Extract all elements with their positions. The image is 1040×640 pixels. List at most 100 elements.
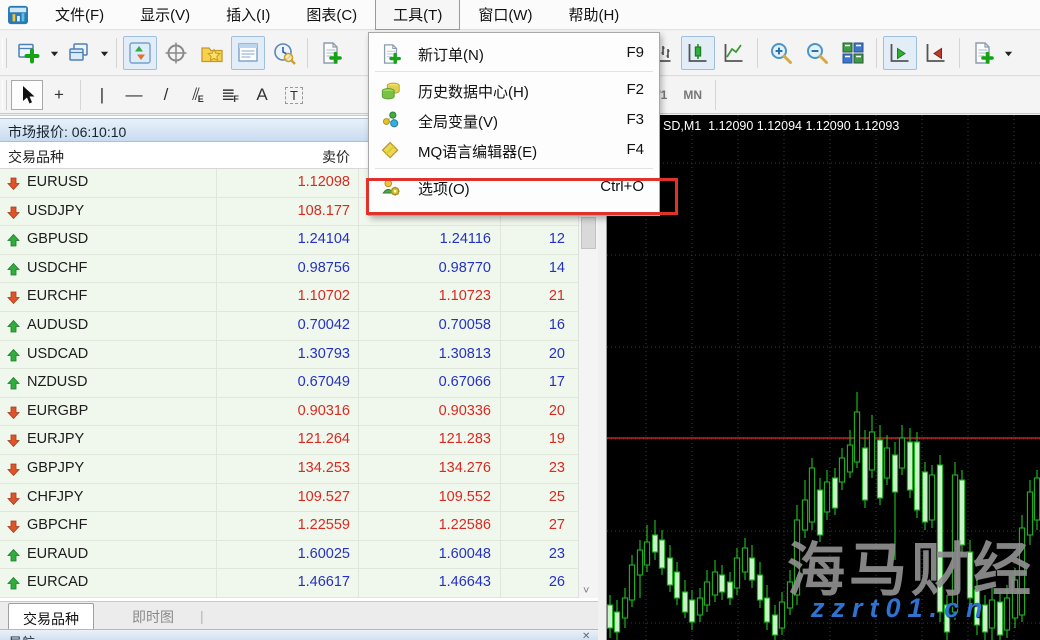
menubar-item[interactable]: 工具(T) — [375, 0, 460, 30]
navigator-icon[interactable] — [231, 36, 265, 70]
quote-row-audusd[interactable]: AUDUSD0.700420.7005816 — [0, 312, 578, 341]
navigator-titlebar: 导航 ✕ — [0, 629, 598, 640]
menu-item-new-order[interactable]: 新订单(N)F9 — [370, 39, 658, 69]
caret-down-icon[interactable] — [1001, 36, 1015, 70]
cursor-tool[interactable] — [11, 80, 43, 110]
quotes-table: EURUSD1.12098USDJPY108.177108.19013GBPUS… — [0, 169, 578, 598]
favorites-icon[interactable] — [195, 36, 229, 70]
arrow-up-icon — [7, 349, 20, 366]
spread-value: 23 — [500, 460, 565, 476]
navigator-title: 导航 — [9, 632, 35, 640]
column-header-bid[interactable]: 卖价 — [216, 147, 350, 167]
menubar-item[interactable]: 显示(V) — [122, 0, 208, 30]
toolbar-grip — [2, 80, 7, 110]
spread-value: 14 — [500, 260, 565, 276]
arrow-down-icon — [7, 206, 20, 223]
indicators-icon[interactable] — [966, 36, 1000, 70]
symbol-name: GBPUSD — [27, 231, 88, 247]
quote-row-eurgbp[interactable]: EURGBP0.903160.9033620 — [0, 398, 578, 427]
ask-price: 134.276 — [358, 460, 491, 476]
strategy-tester-icon[interactable] — [267, 36, 301, 70]
menu-bar: 文件(F)显示(V)插入(I)图表(C)工具(T)窗口(W)帮助(H) — [0, 0, 1040, 30]
menu-item-shortcut: F2 — [626, 81, 644, 98]
ask-price: 121.283 — [358, 431, 491, 447]
line-chart-icon[interactable] — [717, 36, 751, 70]
quote-row-nzdusd[interactable]: NZDUSD0.670490.6706617 — [0, 369, 578, 398]
timeframe-mn[interactable]: MN — [675, 85, 710, 105]
symbol-name: AUDUSD — [27, 317, 88, 333]
quote-row-eurjpy[interactable]: EURJPY121.264121.28319 — [0, 426, 578, 455]
trend-line-tool[interactable]: / — [150, 80, 182, 110]
quote-row-euraud[interactable]: EURAUD1.600251.6004823 — [0, 541, 578, 570]
scrollbar-thumb[interactable] — [581, 217, 596, 249]
symbol-name: USDCHF — [27, 260, 87, 276]
new-chart-icon[interactable] — [12, 36, 46, 70]
arrow-down-icon — [7, 463, 20, 480]
text-tool[interactable]: A — [246, 80, 278, 110]
annotation-highlight-box — [366, 178, 678, 215]
menu-item-label: MQ语言编辑器(E) — [418, 141, 537, 162]
column-divider — [216, 169, 217, 598]
tile-windows-icon[interactable] — [836, 36, 870, 70]
arrow-down-icon — [7, 291, 20, 308]
new-order-icon[interactable] — [314, 36, 348, 70]
arrow-up-icon — [7, 263, 20, 280]
menu-item-metaeditor[interactable]: MQ语言编辑器(E)F4 — [370, 136, 658, 166]
quote-row-usdchf[interactable]: USDCHF0.987560.9877014 — [0, 255, 578, 284]
arrow-down-icon — [7, 434, 20, 451]
menubar-item[interactable]: 插入(I) — [208, 0, 288, 30]
profiles-icon[interactable] — [62, 36, 96, 70]
new-order-icon — [380, 43, 402, 65]
auto-scroll-icon[interactable] — [883, 36, 917, 70]
symbol-name: EURUSD — [27, 174, 88, 190]
arrow-up-icon — [7, 577, 20, 594]
tab-tick-chart[interactable]: 即时图 — [118, 602, 188, 629]
zoom-in-icon[interactable] — [764, 36, 798, 70]
chart-shift-icon[interactable] — [919, 36, 953, 70]
bid-price: 1.46617 — [216, 574, 350, 590]
history-center-icon — [380, 80, 402, 102]
market-watch-icon[interactable] — [123, 36, 157, 70]
spread-value: 20 — [500, 346, 565, 362]
quote-row-gbpchf[interactable]: GBPCHF1.225591.2258627 — [0, 512, 578, 541]
ask-price: 1.24116 — [358, 231, 491, 247]
data-window-icon[interactable] — [159, 36, 193, 70]
quote-row-gbpjpy[interactable]: GBPJPY134.253134.27623 — [0, 455, 578, 484]
tab-symbols[interactable]: 交易品种 — [8, 603, 94, 630]
crosshair-tool[interactable]: + — [43, 80, 75, 110]
menubar-item[interactable]: 窗口(W) — [460, 0, 550, 30]
menubar-item[interactable]: 帮助(H) — [550, 0, 637, 30]
scroll-down-icon[interactable]: ˅ — [583, 585, 589, 597]
bid-price: 1.60025 — [216, 546, 350, 562]
zoom-out-icon[interactable] — [800, 36, 834, 70]
column-divider — [358, 169, 359, 598]
fibonacci-tool[interactable]: ≣F — [214, 80, 246, 110]
caret-down-icon[interactable] — [97, 36, 111, 70]
text-label-tool[interactable]: T — [278, 80, 310, 110]
menubar-item[interactable]: 图表(C) — [288, 0, 375, 30]
vertical-line-tool[interactable]: | — [86, 80, 118, 110]
toolbar-separator — [116, 38, 117, 68]
toolbar-separator — [876, 38, 877, 68]
quote-row-eurcad[interactable]: EURCAD1.466171.4664326 — [0, 569, 578, 598]
menubar-item[interactable]: 文件(F) — [37, 0, 122, 30]
navigator-close-icon[interactable]: ✕ — [582, 631, 590, 640]
arrow-down-icon — [7, 520, 20, 537]
horizontal-line-tool[interactable]: — — [118, 80, 150, 110]
ask-price: 1.10723 — [358, 288, 491, 304]
column-header-symbol[interactable]: 交易品种 — [8, 147, 64, 167]
equidistant-channel-tool[interactable]: ⫽E — [182, 80, 214, 110]
quote-row-eurchf[interactable]: EURCHF1.107021.1072321 — [0, 283, 578, 312]
scrollbar[interactable]: ˅ — [578, 169, 598, 598]
quote-row-usdcad[interactable]: USDCAD1.307931.3081320 — [0, 341, 578, 370]
symbol-name: USDJPY — [27, 203, 84, 219]
caret-down-icon[interactable] — [47, 36, 61, 70]
menu-item-history-center[interactable]: 历史数据中心(H)F2 — [370, 76, 658, 106]
bid-price: 1.12098 — [216, 174, 350, 190]
candle-chart-icon[interactable] — [681, 36, 715, 70]
bid-price: 0.98756 — [216, 260, 350, 276]
quote-row-gbpusd[interactable]: GBPUSD1.241041.2411612 — [0, 226, 578, 255]
menu-item-global-vars[interactable]: 全局变量(V)F3 — [370, 106, 658, 136]
toolbar-separator — [715, 80, 716, 110]
quote-row-chfjpy[interactable]: CHFJPY109.527109.55225 — [0, 484, 578, 513]
